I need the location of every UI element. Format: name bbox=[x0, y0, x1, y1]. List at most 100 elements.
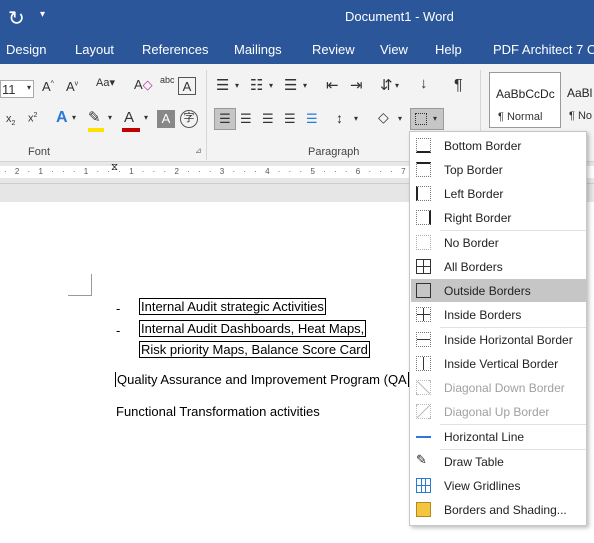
group-separator bbox=[206, 70, 207, 160]
menu-item-label: Inside Borders bbox=[444, 308, 522, 322]
subscript-icon[interactable]: x2 bbox=[6, 113, 15, 127]
horizontal-line-icon bbox=[416, 429, 431, 444]
shading-icon[interactable]: ◇ bbox=[378, 110, 389, 124]
menu-item-all-borders[interactable]: All Borders bbox=[411, 255, 586, 278]
menu-item-inside-vertical-border[interactable]: Inside Vertical Border bbox=[411, 352, 586, 375]
shrink-font-icon[interactable]: Av bbox=[66, 80, 78, 93]
chevron-down-icon[interactable]: ▾ bbox=[269, 82, 273, 90]
chevron-down-icon[interactable]: ▾ bbox=[72, 114, 76, 122]
line-spacing-icon[interactable]: ↕ bbox=[336, 111, 343, 125]
inside-borders-icon bbox=[416, 307, 431, 322]
menu-item-right-border[interactable]: Right Border bbox=[411, 206, 586, 229]
show-formatting-marks-icon[interactable]: ¶ bbox=[454, 78, 463, 94]
tab-review[interactable]: Review bbox=[312, 42, 355, 57]
all-borders-icon bbox=[416, 259, 431, 274]
font-group-label: Font bbox=[28, 146, 51, 158]
indent-marker-icon[interactable]: ⧖ bbox=[111, 162, 118, 173]
menu-item-left-border[interactable]: Left Border bbox=[411, 182, 586, 205]
align-center-icon[interactable]: ☰ bbox=[240, 112, 252, 125]
multilevel-list-icon[interactable]: ☰ bbox=[284, 78, 297, 93]
menu-item-label: Horizontal Line bbox=[444, 430, 525, 444]
tab-references[interactable]: References bbox=[142, 42, 208, 57]
style-preview: AaBbCcDc bbox=[496, 87, 555, 101]
list-item-text: Internal Audit strategic Activities bbox=[139, 298, 326, 315]
highlighter-icon[interactable]: ✎ bbox=[88, 110, 101, 125]
align-left-icon[interactable]: ☰ bbox=[214, 108, 236, 130]
tab-view[interactable]: View bbox=[380, 42, 408, 57]
font-dialog-launcher-icon[interactable]: ⊿ bbox=[195, 147, 202, 155]
list-item[interactable]: Risk priority Maps, Balance Score Card bbox=[139, 341, 370, 358]
chevron-down-icon[interactable]: ▾ bbox=[144, 114, 148, 122]
bullets-icon[interactable]: ☰ bbox=[216, 78, 229, 93]
style-no-spacing[interactable]: AaBl ¶ No bbox=[561, 72, 594, 128]
no-border-icon bbox=[416, 235, 431, 250]
chevron-down-icon[interactable]: ▾ bbox=[235, 82, 239, 90]
clear-formatting-icon[interactable]: A◇ bbox=[134, 78, 153, 91]
menu-item-outside-borders[interactable]: Outside Borders bbox=[411, 279, 586, 302]
chevron-down-icon: ▾ bbox=[433, 114, 438, 123]
chevron-down-icon[interactable]: ▾ bbox=[395, 82, 399, 90]
superscript-icon[interactable]: x2 bbox=[28, 112, 37, 125]
menu-item-label: Inside Vertical Border bbox=[444, 357, 559, 371]
chevron-down-icon: ▾ bbox=[26, 83, 31, 92]
chevron-down-icon[interactable]: ▾ bbox=[354, 115, 358, 123]
justify-icon[interactable]: ☰ bbox=[284, 112, 296, 125]
menu-item-borders-and-shading[interactable]: Borders and Shading... bbox=[411, 498, 586, 521]
sort-icon[interactable]: ↓ bbox=[420, 76, 428, 91]
menu-item-draw-table[interactable]: ✎ Draw Table bbox=[411, 450, 586, 473]
style-normal[interactable]: AaBbCcDc ¶ Normal bbox=[489, 72, 561, 128]
title-bar: ↻ ▾ Document1 - Word bbox=[0, 0, 594, 34]
distributed-icon[interactable]: ☰ bbox=[306, 112, 318, 125]
decrease-indent-icon[interactable]: ⇤ bbox=[326, 78, 339, 93]
list-bullet: - bbox=[116, 301, 121, 316]
bottom-border-icon bbox=[416, 138, 431, 153]
list-bullet: - bbox=[116, 323, 121, 338]
top-border-icon bbox=[416, 162, 431, 177]
menu-item-view-gridlines[interactable]: View Gridlines bbox=[411, 474, 586, 497]
tab-help[interactable]: Help bbox=[435, 42, 462, 57]
chevron-down-icon[interactable]: ▾ bbox=[398, 115, 402, 123]
align-right-icon[interactable]: ☰ bbox=[262, 112, 274, 125]
tab-mailings[interactable]: Mailings bbox=[234, 42, 282, 57]
asian-layout-icon[interactable]: ⇵ bbox=[380, 78, 393, 93]
phonetic-guide-icon[interactable]: abc bbox=[160, 76, 175, 85]
menu-item-inside-borders[interactable]: Inside Borders bbox=[411, 303, 586, 326]
grow-font-icon[interactable]: A^ bbox=[42, 80, 54, 93]
menu-item-label: View Gridlines bbox=[444, 479, 521, 493]
style-name: ¶ Normal bbox=[498, 111, 543, 123]
character-border-icon[interactable]: A bbox=[178, 77, 196, 95]
chevron-down-icon[interactable]: ▾ bbox=[108, 114, 112, 122]
margin-corner-mark bbox=[68, 274, 92, 296]
chevron-down-icon[interactable]: ▾ bbox=[303, 82, 307, 90]
numbering-icon[interactable]: ☷ bbox=[250, 78, 263, 93]
menu-item-diagonal-up-border: Diagonal Up Border bbox=[411, 400, 586, 423]
menu-item-label: Right Border bbox=[444, 211, 512, 225]
menu-item-horizontal-line[interactable]: Horizontal Line bbox=[411, 425, 586, 448]
font-color-icon[interactable]: A bbox=[124, 110, 134, 125]
undo-icon[interactable]: ↻ bbox=[8, 6, 25, 31]
diagonal-up-border-icon bbox=[416, 404, 431, 419]
menu-item-inside-horizontal-border[interactable]: Inside Horizontal Border bbox=[411, 328, 586, 351]
increase-indent-icon[interactable]: ⇥ bbox=[350, 78, 363, 93]
change-case-icon[interactable]: Aa▾ bbox=[96, 78, 115, 89]
list-item[interactable]: Internal Audit Dashboards, Heat Maps, bbox=[139, 320, 367, 337]
menu-item-label: All Borders bbox=[444, 260, 503, 274]
customize-quick-access-icon[interactable]: ▾ bbox=[40, 9, 45, 20]
character-shading-icon[interactable]: A bbox=[157, 110, 175, 128]
font-size-box[interactable]: 11 ▾ bbox=[0, 80, 34, 98]
borders-button[interactable]: ▾ bbox=[410, 108, 444, 130]
tab-pdf-architect[interactable]: PDF Architect 7 C bbox=[493, 42, 594, 57]
paragraph-text: Quality Assurance and Improvement Progra… bbox=[115, 372, 409, 387]
tab-design[interactable]: Design bbox=[6, 42, 46, 57]
paragraph-functional[interactable]: Functional Transformation activities bbox=[116, 404, 320, 419]
menu-item-bottom-border[interactable]: Bottom Border bbox=[411, 134, 586, 157]
paragraph-qa[interactable]: Quality Assurance and Improvement Progra… bbox=[115, 372, 410, 387]
tab-layout[interactable]: Layout bbox=[75, 42, 114, 57]
enclose-characters-icon[interactable]: 字 bbox=[180, 110, 198, 128]
text-effects-icon[interactable]: A bbox=[56, 110, 68, 126]
ribbon-tabs: Design Layout References Mailings Review… bbox=[0, 34, 594, 64]
font-color-bar bbox=[122, 128, 140, 132]
menu-item-top-border[interactable]: Top Border bbox=[411, 158, 586, 181]
menu-item-no-border[interactable]: No Border bbox=[411, 231, 586, 254]
list-item[interactable]: Internal Audit strategic Activities bbox=[139, 298, 326, 315]
